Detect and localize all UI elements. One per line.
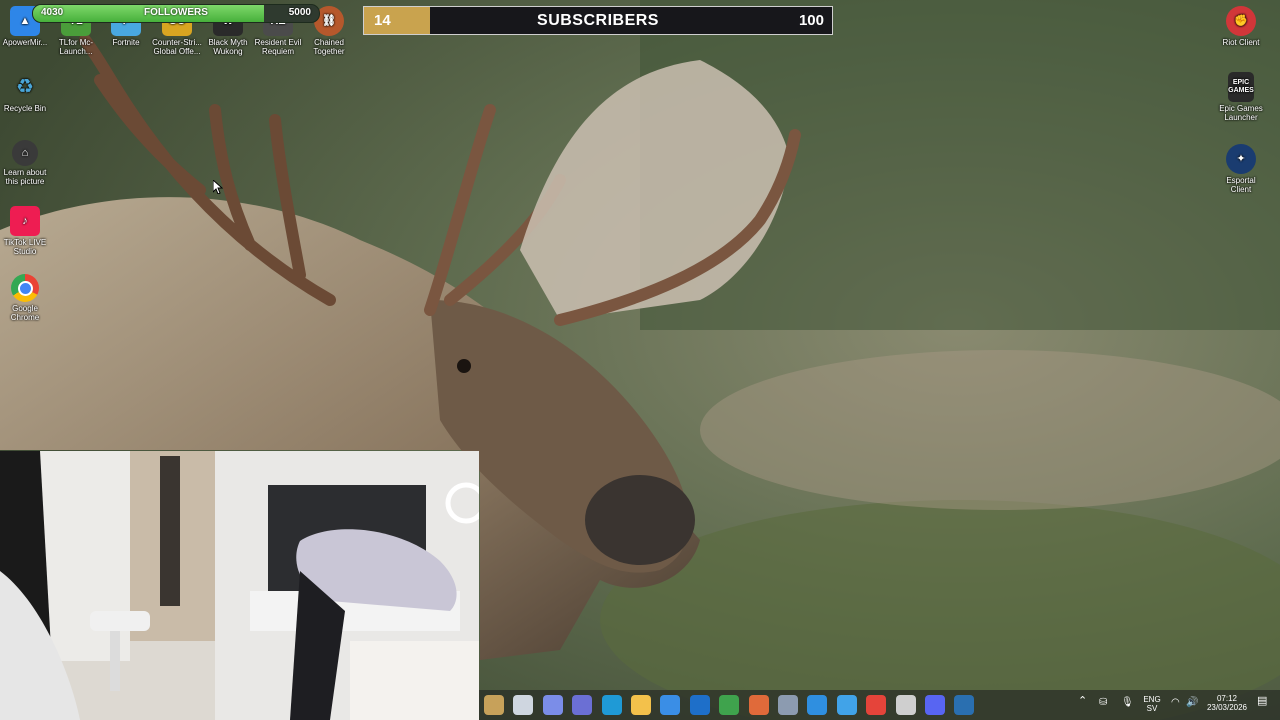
- vpn-icon[interactable]: [719, 695, 740, 715]
- desktop-icon-label: Epic Games Launcher: [1219, 104, 1263, 122]
- desktop-icon-epic-games[interactable]: EPIC GAMES Epic Games Launcher: [1216, 72, 1266, 122]
- photos-icon[interactable]: [807, 695, 828, 715]
- task-view-icon[interactable]: [513, 695, 534, 715]
- webcam-feed: [0, 451, 479, 720]
- language-line2: SV: [1146, 704, 1158, 713]
- followers-target: 5000: [288, 7, 311, 18]
- subscribers-target: 100: [798, 12, 824, 29]
- desktop-icon-label: ApowerMir...: [2, 38, 48, 47]
- followers-goal-bar: 4030 FOLLOWERS 5000: [32, 4, 320, 23]
- wifi-icon[interactable]: ◠: [1171, 698, 1180, 708]
- microphone-tray-icon[interactable]: 🎙: [1121, 698, 1134, 708]
- desktop-icon-label: Counter-Stri... Global Offe...: [152, 38, 202, 56]
- epic-games-icon: EPIC GAMES: [1228, 72, 1254, 102]
- copilot-icon[interactable]: [542, 695, 563, 715]
- volume-icon[interactable]: 🔊: [1186, 698, 1198, 708]
- desktop-icon-recycle-bin[interactable]: ♻ Recycle Bin: [0, 72, 50, 114]
- file-explorer-icon[interactable]: [631, 695, 651, 715]
- desktop-icon-label: Learn about this picture: [3, 168, 47, 186]
- microsoft-store-icon[interactable]: [660, 695, 681, 715]
- app-hex-icon[interactable]: [778, 695, 798, 715]
- desktop-icon-label: TikTok LIVE Studio: [3, 238, 47, 256]
- outlook-icon[interactable]: [689, 695, 710, 715]
- desktop-icon-label: Black Myth Wukong: [208, 38, 248, 56]
- language-indicator[interactable]: ENG SV: [1141, 695, 1163, 713]
- google-chrome-icon: [11, 274, 39, 302]
- desktop-icon-label: Chained Together: [313, 38, 345, 56]
- desktop-icon-label: Fortnite: [112, 38, 140, 47]
- show-hidden-icons-button[interactable]: ⌃: [1078, 696, 1087, 707]
- webcam-overlay: [0, 451, 479, 720]
- tiktok-live-studio-icon: ♪: [10, 206, 40, 236]
- mouse-cursor-icon: [213, 180, 223, 194]
- subscribers-label: SUBSCRIBERS: [537, 12, 659, 29]
- network-tray-icon[interactable]: ⛁: [1099, 698, 1107, 708]
- clock[interactable]: 07:12 23/03/2026: [1204, 694, 1250, 712]
- desktop-icon-google-chrome[interactable]: Google Chrome: [0, 274, 50, 322]
- steam-icon[interactable]: [954, 695, 975, 715]
- edge-icon[interactable]: [601, 695, 622, 715]
- microsoft-365-icon[interactable]: [748, 695, 769, 715]
- desktop-icon-label: Recycle Bin: [3, 104, 47, 113]
- learn-about-picture-icon: ⌂: [12, 140, 38, 166]
- obs-icon[interactable]: [895, 695, 916, 715]
- clock-date: 23/03/2026: [1206, 703, 1248, 712]
- snipping-icon[interactable]: [836, 695, 857, 715]
- start-icon[interactable]: [484, 695, 504, 715]
- desktop-icon-label: Riot Client: [1222, 38, 1260, 47]
- desktop-icon-riot-client[interactable]: ✊ Riot Client: [1216, 6, 1266, 47]
- notifications-icon[interactable]: ▤: [1257, 696, 1267, 707]
- recycle-bin-icon: ♻: [16, 75, 34, 98]
- desktop-icon-label: Esportal Client: [1226, 176, 1256, 194]
- discord-icon[interactable]: [925, 695, 945, 715]
- desktop-icon-esportal[interactable]: ✦ Esportal Client: [1216, 144, 1266, 194]
- desktop-icon-learn-about-picture[interactable]: ⌂ Learn about this picture: [0, 140, 50, 186]
- subscribers-goal-bar: 14 SUBSCRIBERS 100: [363, 6, 833, 35]
- chrome-taskbar-icon[interactable]: [866, 695, 887, 715]
- desktop-icon-label: TLfor Mc-Launch...: [58, 38, 94, 56]
- language-line1: ENG: [1143, 695, 1161, 704]
- clock-time: 07:12: [1216, 694, 1238, 703]
- teams-icon[interactable]: [572, 695, 593, 715]
- followers-label: FOLLOWERS: [144, 7, 208, 18]
- desktop-icon-label: Google Chrome: [10, 304, 40, 322]
- riot-client-icon: ✊: [1226, 6, 1256, 36]
- desktop-icon-tiktok-live-studio[interactable]: ♪ TikTok LIVE Studio: [0, 206, 50, 256]
- esportal-icon: ✦: [1226, 144, 1256, 174]
- desktop-icon-label: Resident Evil Requiem: [254, 38, 302, 56]
